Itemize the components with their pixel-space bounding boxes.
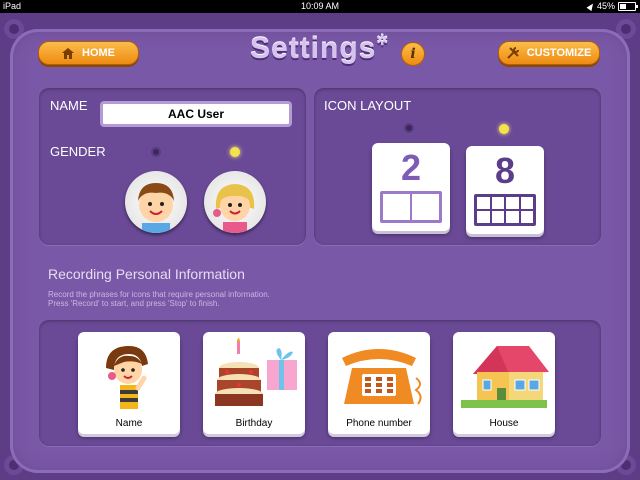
two-grid-icon (380, 191, 442, 223)
layout-2-radio[interactable] (404, 123, 414, 133)
girl-pointing-icon (106, 346, 148, 409)
icon-layout-label: ICON LAYOUT (324, 98, 412, 113)
location-icon (586, 1, 596, 12)
gender-label: GENDER (50, 144, 106, 159)
recording-title: Recording Personal Information (48, 266, 245, 282)
home-label: HOME (82, 47, 115, 59)
record-birthday-label: Birthday (235, 418, 273, 429)
telephone-icon (342, 349, 422, 405)
battery-icon (618, 2, 638, 11)
layout-8-option[interactable]: 8 (466, 146, 544, 234)
name-field[interactable]: AAC User (100, 101, 292, 127)
layout-8-radio[interactable] (499, 124, 509, 134)
page-title: Settings✲ (250, 32, 390, 65)
record-name-label: Name (115, 418, 143, 429)
record-birthday-card[interactable]: Birthday (203, 332, 305, 434)
home-icon (62, 47, 74, 59)
gender-boy-radio[interactable] (151, 147, 161, 157)
name-label: NAME (50, 98, 88, 113)
customize-button[interactable]: CUSTOMIZE (498, 41, 600, 65)
record-house-card[interactable]: House (453, 332, 555, 434)
record-phone-label: Phone number (346, 418, 412, 429)
record-phone-card[interactable]: Phone number (328, 332, 430, 434)
record-name-card[interactable]: Name (78, 332, 180, 434)
layout-8-number: 8 (494, 150, 516, 191)
tools-icon (506, 47, 519, 59)
status-bar: iPad 10:09 AM 45% (0, 0, 640, 13)
home-button[interactable]: HOME (38, 41, 139, 65)
gender-girl-radio[interactable] (230, 147, 240, 157)
record-house-label: House (489, 418, 519, 429)
house-icon (461, 346, 549, 408)
status-right: 45% (586, 0, 638, 13)
layout-2-option[interactable]: 2 (372, 143, 450, 231)
info-button[interactable]: i (401, 42, 425, 66)
birthday-cake-icon (215, 338, 297, 406)
girl-avatar-icon[interactable] (204, 171, 266, 233)
battery-percent: 45% (596, 1, 615, 11)
eight-grid-icon (474, 194, 536, 226)
clock: 10:09 AM (300, 1, 340, 11)
recording-description: Record the phrases for icons that requir… (48, 290, 270, 308)
title-mark: ✲ (376, 32, 390, 48)
layout-2-number: 2 (400, 147, 422, 188)
boy-avatar-icon[interactable] (125, 171, 187, 233)
customize-label: CUSTOMIZE (526, 47, 592, 59)
